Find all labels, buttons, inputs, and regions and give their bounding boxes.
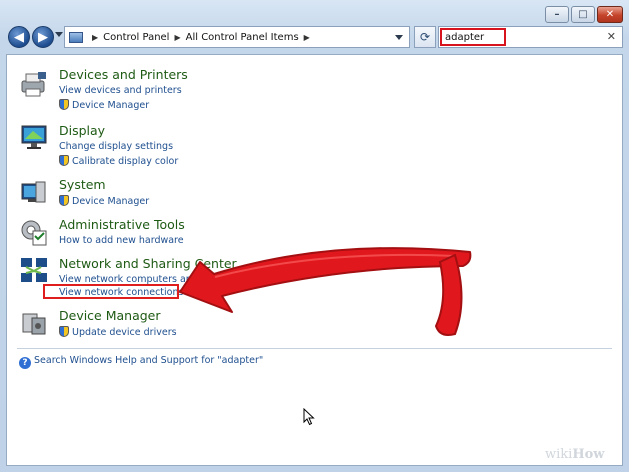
- breadcrumb-separator-icon[interactable]: ▶: [304, 33, 310, 42]
- uac-shield-icon: [59, 326, 69, 337]
- uac-shield-icon: [59, 195, 69, 206]
- refresh-button[interactable]: ⟳: [414, 26, 436, 48]
- address-row: ◀ ▶ ▶ Control Panel ▶ All Control Panel …: [6, 24, 623, 50]
- highlight-box: [43, 284, 179, 299]
- minimize-button[interactable]: –: [545, 6, 569, 23]
- recent-pages-dropdown[interactable]: [55, 32, 63, 37]
- search-box[interactable]: ✕: [438, 26, 623, 48]
- address-bar[interactable]: ▶ Control Panel ▶ All Control Panel Item…: [64, 26, 410, 48]
- devices-printers-title[interactable]: Devices and Printers: [59, 67, 188, 82]
- watermark-prefix: wiki: [545, 447, 573, 462]
- system-device-manager-label: Device Manager: [72, 196, 150, 207]
- printer-icon[interactable]: [19, 69, 49, 99]
- view-devices-link[interactable]: View devices and printers: [59, 85, 182, 96]
- device-manager-icon[interactable]: [19, 308, 49, 338]
- network-sharing-title[interactable]: Network and Sharing Center: [59, 256, 237, 271]
- administrative-tools-title[interactable]: Administrative Tools: [59, 217, 185, 232]
- device-manager-link-label: Device Manager: [72, 100, 150, 111]
- add-hardware-link[interactable]: How to add new hardware: [59, 235, 184, 246]
- address-history-dropdown[interactable]: [395, 35, 403, 40]
- breadcrumb-separator-icon[interactable]: ▶: [174, 33, 180, 42]
- maximize-button[interactable]: □: [571, 6, 595, 23]
- calibrate-display-link[interactable]: Calibrate display color: [59, 155, 178, 167]
- back-button[interactable]: ◀: [8, 26, 30, 48]
- change-display-settings-link[interactable]: Change display settings: [59, 141, 173, 152]
- wikihow-watermark: wikiHow: [545, 447, 604, 462]
- close-button[interactable]: ✕: [597, 6, 623, 23]
- control-panel-icon: [69, 31, 83, 43]
- watermark-suffix: How: [572, 447, 605, 462]
- back-arrow-icon: ◀: [14, 29, 24, 45]
- system-title[interactable]: System: [59, 177, 106, 192]
- display-title[interactable]: Display: [59, 123, 105, 138]
- forward-button[interactable]: ▶: [32, 26, 54, 48]
- device-manager-link[interactable]: Device Manager: [59, 99, 149, 111]
- forward-arrow-icon: ▶: [38, 29, 48, 45]
- breadcrumb-control-panel[interactable]: Control Panel: [103, 32, 169, 43]
- refresh-icon: ⟳: [419, 30, 431, 44]
- search-results-pane: Devices and Printers View devices and pr…: [6, 54, 623, 466]
- search-help-label: Search Windows Help and Support for "ada…: [34, 355, 264, 366]
- monitor-icon[interactable]: [19, 123, 49, 153]
- divider: [17, 348, 612, 349]
- admin-tools-icon[interactable]: [19, 217, 49, 247]
- system-icon[interactable]: [19, 177, 49, 207]
- uac-shield-icon: [59, 99, 69, 110]
- system-device-manager-link[interactable]: Device Manager: [59, 195, 149, 207]
- caption-buttons: – □ ✕: [545, 6, 623, 23]
- help-icon: ?: [19, 357, 31, 369]
- calibrate-display-label: Calibrate display color: [72, 156, 179, 167]
- clear-search-icon[interactable]: ✕: [607, 30, 616, 43]
- network-icon[interactable]: [19, 256, 49, 286]
- breadcrumb-all-items[interactable]: All Control Panel Items: [186, 32, 299, 43]
- update-device-drivers-link[interactable]: Update device drivers: [59, 326, 177, 338]
- breadcrumb-separator-icon[interactable]: ▶: [92, 33, 98, 42]
- device-manager-title[interactable]: Device Manager: [59, 308, 161, 323]
- update-device-drivers-label: Update device drivers: [72, 327, 177, 338]
- search-input[interactable]: [440, 28, 506, 46]
- control-panel-window: – □ ✕ ◀ ▶ ▶ Control Panel ▶ All Control …: [0, 0, 629, 472]
- uac-shield-icon: [59, 155, 69, 166]
- mouse-cursor-icon: [303, 408, 315, 426]
- search-help-link[interactable]: ? Search Windows Help and Support for "ad…: [19, 355, 263, 369]
